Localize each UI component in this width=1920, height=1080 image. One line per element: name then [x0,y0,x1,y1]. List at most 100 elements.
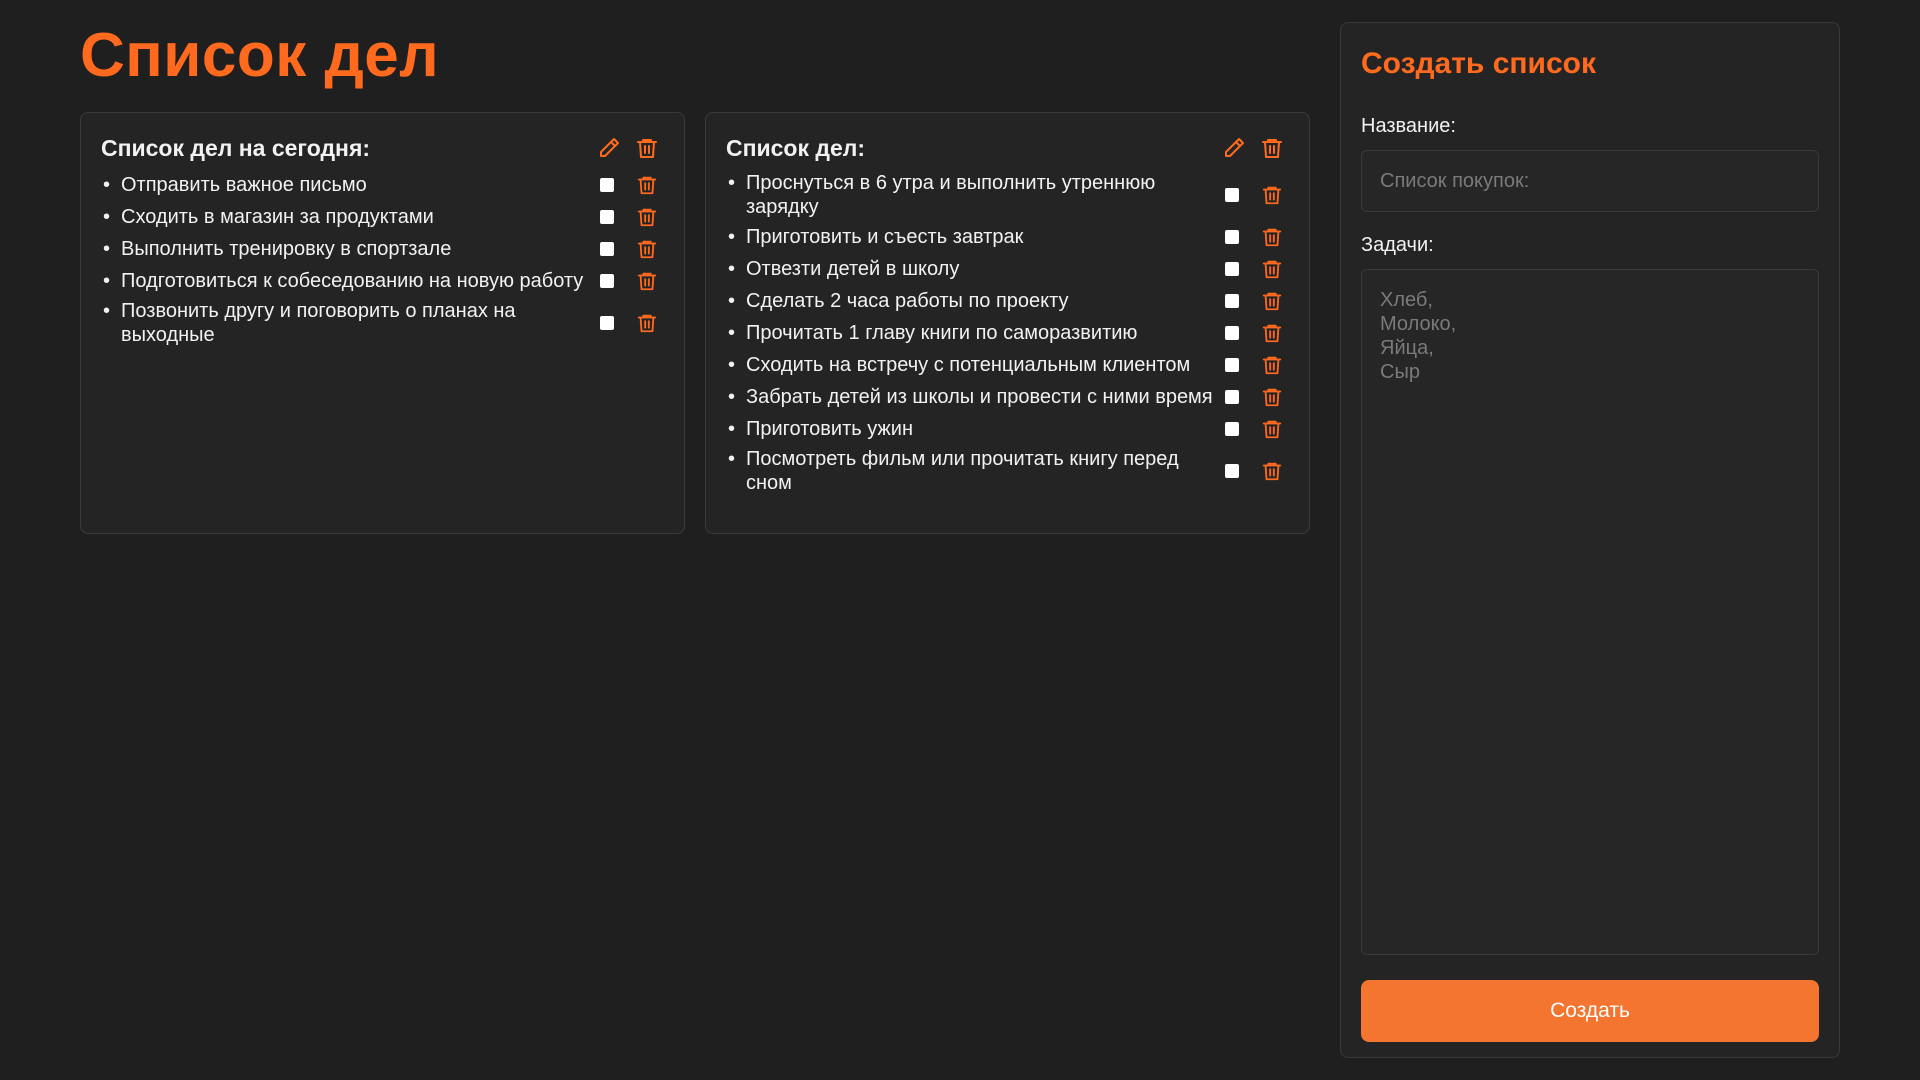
delete-task-button[interactable] [1259,224,1285,250]
task-list: • Отправить важное письмо • Сходить в магаз… [101,171,664,347]
task-text: Сходить на встречу с потенциальным клиен… [746,354,1191,376]
card-actions [1221,135,1289,161]
task-controls [600,268,664,294]
delete-task-button[interactable] [1259,352,1285,378]
task-text: Выполнить тренировку в спортзале [121,238,452,260]
task-text-wrap: • Сходить в магазин за продуктами [101,205,600,229]
task-text-wrap: • Прочитать 1 главу книги по саморазвитию [726,321,1225,345]
card-title: Список дел: [726,134,866,161]
bullet: • [728,226,736,248]
delete-task-button[interactable] [634,204,660,230]
task-checkbox[interactable] [1225,358,1239,372]
trash-icon [637,314,657,333]
delete-task-button[interactable] [1259,288,1285,314]
task-checkbox[interactable] [1225,188,1239,202]
bullet: • [728,448,736,470]
bullet: • [103,174,111,196]
delete-task-button[interactable] [634,268,660,294]
trash-icon [1262,462,1282,481]
create-list-panel: Создать список Название: Задачи: Создать [1340,22,1840,1058]
task-text-wrap: • Забрать детей из школы и провести с ним… [726,385,1225,409]
trash-icon [1262,186,1282,205]
card-actions [596,135,664,161]
task-checkbox[interactable] [600,210,614,224]
list-item: • Проснуться в 6 утра и выполнить утренню… [726,171,1289,219]
bullet: • [728,172,736,194]
task-text: Прочитать 1 главу книги по саморазвитию [746,322,1138,344]
task-controls [1225,256,1289,282]
list-name-input[interactable] [1361,150,1819,212]
page-title: Список дел [80,21,440,90]
trash-icon [1262,388,1282,407]
task-text-wrap: • Проснуться в 6 утра и выполнить утренню… [726,171,1225,219]
task-text-wrap: • Сделать 2 часа работы по проекту [726,289,1225,313]
task-controls [600,172,664,198]
list-item: • Отправить важное письмо [101,171,664,199]
task-controls [1225,320,1289,346]
task-text: Забрать детей из школы и провести с ними… [746,386,1213,408]
list-item: • Подготовиться к собеседованию на новую … [101,267,664,295]
task-text-wrap: • Позвонить другу и поговорить о планах н… [101,299,600,347]
task-checkbox[interactable] [1225,262,1239,276]
task-checkbox[interactable] [600,242,614,256]
edit-list-button[interactable] [1221,135,1247,161]
list-item: • Забрать детей из школы и провести с ним… [726,383,1289,411]
task-text: Подготовиться к собеседованию на новую р… [121,270,584,292]
todo-card-today: Список дел на сегодня: • Отправить важное… [80,112,685,534]
trash-icon [1262,356,1282,375]
list-item: • Позвонить другу и поговорить о планах н… [101,299,664,347]
task-text-wrap: • Отправить важное письмо [101,173,600,197]
task-text: Сделать 2 часа работы по проекту [746,290,1069,312]
trash-icon [637,240,657,259]
list-item: • Выполнить тренировку в спортзале [101,235,664,263]
list-item: • Отвезти детей в школу [726,255,1289,283]
delete-task-button[interactable] [1259,320,1285,346]
delete-task-button[interactable] [634,172,660,198]
trash-icon [637,208,657,227]
task-text-wrap: • Приготовить ужин [726,417,1225,441]
task-checkbox[interactable] [600,274,614,288]
bullet: • [728,354,736,376]
task-controls [600,236,664,262]
task-text: Приготовить и съесть завтрак [746,226,1024,248]
delete-list-button[interactable] [1259,135,1285,161]
task-text-wrap: • Сходить на встречу с потенциальным клие… [726,353,1225,377]
delete-task-button[interactable] [1259,416,1285,442]
task-checkbox[interactable] [1225,464,1239,478]
delete-task-button[interactable] [634,236,660,262]
list-item: • Прочитать 1 главу книги по саморазвитию [726,319,1289,347]
task-checkbox[interactable] [1225,326,1239,340]
task-checkbox[interactable] [1225,390,1239,404]
bullet: • [728,322,736,344]
delete-task-button[interactable] [1259,458,1285,484]
task-text-wrap: • Выполнить тренировку в спортзале [101,237,600,261]
task-checkbox[interactable] [600,316,614,330]
task-controls [1225,224,1289,250]
bullet: • [103,238,111,260]
trash-icon [1262,139,1282,158]
task-checkbox[interactable] [600,178,614,192]
task-text: Отправить важное письмо [121,174,367,196]
task-checkbox[interactable] [1225,294,1239,308]
task-list: • Проснуться в 6 утра и выполнить утренню… [726,171,1289,495]
delete-list-button[interactable] [634,135,660,161]
task-checkbox[interactable] [1225,230,1239,244]
trash-icon [1262,324,1282,343]
trash-icon [637,272,657,291]
task-controls [1225,458,1289,484]
task-text-wrap: • Приготовить и съесть завтрак [726,225,1225,249]
delete-task-button[interactable] [1259,256,1285,282]
create-button[interactable]: Создать [1361,980,1819,1042]
delete-task-button[interactable] [1259,182,1285,208]
pencil-icon [1225,138,1244,157]
trash-icon [1262,260,1282,279]
edit-list-button[interactable] [596,135,622,161]
task-text: Позвонить другу и поговорить о планах на… [121,300,516,346]
tasks-textarea[interactable] [1361,269,1819,955]
trash-icon [1262,292,1282,311]
delete-task-button[interactable] [634,310,660,336]
task-text-wrap: • Подготовиться к собеседованию на новую … [101,269,600,293]
task-checkbox[interactable] [1225,422,1239,436]
tasks-label: Задачи: [1361,234,1434,256]
delete-task-button[interactable] [1259,384,1285,410]
